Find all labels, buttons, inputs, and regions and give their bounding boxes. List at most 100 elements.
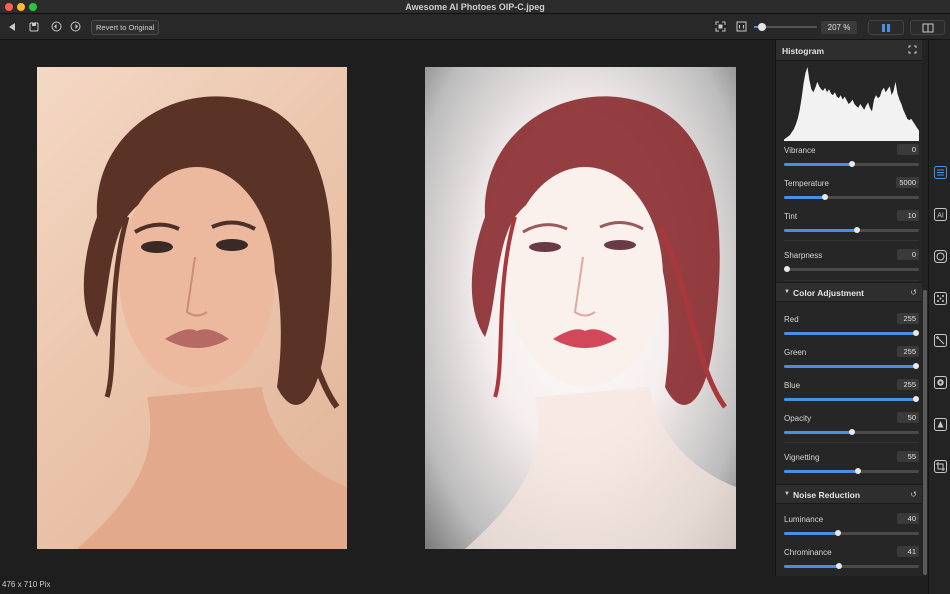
slider-green: Green 255 bbox=[784, 346, 920, 376]
slider-fill bbox=[784, 365, 917, 368]
slider-thumb[interactable] bbox=[835, 530, 841, 536]
slider-track[interactable] bbox=[784, 330, 920, 336]
split-view-icon bbox=[922, 23, 933, 32]
slider-fill bbox=[784, 470, 859, 473]
histogram-header: Histogram bbox=[776, 40, 922, 61]
slider-thumb[interactable] bbox=[848, 429, 855, 435]
divider bbox=[784, 442, 919, 443]
slider-label: Red bbox=[784, 315, 799, 324]
compare-view-button[interactable] bbox=[910, 20, 945, 35]
slider-thumb[interactable] bbox=[913, 330, 920, 336]
undo-icon[interactable] bbox=[50, 20, 63, 33]
histogram-graph bbox=[784, 63, 919, 141]
actual-size-icon[interactable] bbox=[735, 20, 748, 33]
effects-icon[interactable] bbox=[932, 416, 948, 432]
slider-luminance: Luminance 40 bbox=[784, 513, 919, 543]
slider-value-field[interactable]: 5000 bbox=[896, 177, 919, 188]
slider-thumb[interactable] bbox=[913, 396, 920, 402]
slider-fill bbox=[784, 431, 852, 434]
magic-wand-icon[interactable] bbox=[932, 332, 948, 348]
slider-track[interactable] bbox=[784, 363, 920, 369]
tool-rail: AI bbox=[928, 40, 950, 594]
slider-fill bbox=[784, 332, 917, 335]
scrollbar-thumb[interactable] bbox=[923, 290, 927, 575]
slider-value-field[interactable]: 10 bbox=[897, 210, 919, 221]
slider-vignetting: Vignetting 55 bbox=[784, 451, 919, 481]
expand-icon[interactable] bbox=[908, 45, 917, 56]
slider-label: Vignetting bbox=[784, 453, 820, 462]
slider-fill bbox=[784, 565, 840, 568]
slider-value-field[interactable]: 55 bbox=[897, 451, 919, 462]
back-arrow-icon[interactable] bbox=[5, 20, 18, 33]
slider-label: Opacity bbox=[784, 414, 812, 423]
redo-icon[interactable] bbox=[69, 20, 82, 33]
original-photo bbox=[37, 67, 347, 549]
single-view-button[interactable] bbox=[868, 20, 904, 35]
slider-red: Red 255 bbox=[784, 313, 920, 343]
slider-value-field[interactable]: 40 bbox=[897, 513, 919, 524]
slider-fill bbox=[784, 398, 917, 401]
zoom-slider[interactable] bbox=[754, 23, 817, 31]
slider-fill bbox=[784, 196, 825, 199]
fit-screen-icon[interactable] bbox=[714, 20, 727, 33]
window-title: Awesome AI Photoes OIP-C.jpeg bbox=[405, 2, 545, 12]
slider-label: Luminance bbox=[784, 515, 824, 524]
image-canvas[interactable] bbox=[0, 40, 773, 576]
slider-thumb[interactable] bbox=[855, 468, 862, 474]
slider-vibrance: Vibrance 0 bbox=[784, 144, 919, 174]
slider-track[interactable] bbox=[784, 530, 919, 536]
slider-track[interactable] bbox=[784, 396, 920, 402]
slider-thumb[interactable] bbox=[853, 227, 860, 233]
slider-value-field[interactable]: 0 bbox=[897, 249, 919, 260]
slider-track[interactable] bbox=[784, 194, 919, 200]
slider-track[interactable] bbox=[784, 429, 919, 435]
zoom-slider-thumb[interactable] bbox=[757, 23, 766, 31]
slider-thumb[interactable] bbox=[848, 161, 855, 167]
texture-icon[interactable] bbox=[932, 290, 948, 306]
reset-icon[interactable]: ↺ bbox=[910, 288, 917, 297]
slider-value-field[interactable]: 50 bbox=[897, 412, 919, 423]
slider-thumb[interactable] bbox=[783, 266, 790, 272]
slider-value-field[interactable]: 0 bbox=[897, 144, 919, 155]
slider-thumb[interactable] bbox=[836, 563, 843, 569]
color-adjustment-header[interactable]: ▼ Color Adjustment ↺ bbox=[776, 282, 922, 302]
slider-opacity: Opacity 50 bbox=[784, 412, 919, 442]
slider-label: Vibrance bbox=[784, 146, 816, 155]
title-bar: Awesome AI Photoes OIP-C.jpeg bbox=[0, 0, 950, 14]
adjustments-icon[interactable] bbox=[932, 164, 948, 180]
color-adjustment-title: Color Adjustment bbox=[793, 288, 864, 298]
slider-value-field[interactable]: 41 bbox=[897, 546, 919, 557]
slider-value-field[interactable]: 255 bbox=[897, 346, 919, 357]
noise-reduction-header[interactable]: ▼ Noise Reduction ↺ bbox=[776, 484, 922, 504]
slider-track[interactable] bbox=[784, 161, 919, 167]
crop-icon[interactable] bbox=[932, 458, 948, 474]
filter-icon[interactable] bbox=[932, 248, 948, 264]
slider-track[interactable] bbox=[784, 227, 919, 233]
slider-fill bbox=[784, 229, 857, 232]
settings-icon[interactable] bbox=[932, 374, 948, 390]
slider-fill bbox=[784, 532, 838, 535]
ai-icon[interactable]: AI bbox=[932, 206, 948, 222]
slider-chrominance: Chrominance 41 bbox=[784, 546, 919, 576]
reset-icon[interactable]: ↺ bbox=[910, 490, 917, 499]
slider-label: Blue bbox=[784, 381, 801, 390]
slider-label: Tint bbox=[784, 212, 798, 221]
histogram-title: Histogram bbox=[782, 46, 825, 56]
slider-label: Temperature bbox=[784, 179, 829, 188]
slider-track[interactable] bbox=[784, 563, 919, 569]
noise-reduction-title: Noise Reduction bbox=[793, 490, 861, 500]
divider bbox=[784, 280, 919, 281]
toolbar: Revert to Original 207 % bbox=[0, 14, 950, 40]
slider-value-field[interactable]: 255 bbox=[897, 379, 919, 390]
slider-track[interactable] bbox=[783, 266, 919, 272]
slider-value-field[interactable]: 255 bbox=[897, 313, 919, 324]
slider-thumb[interactable] bbox=[913, 363, 920, 369]
status-bar: 476 x 710 Pix bbox=[0, 576, 773, 594]
revert-to-original-button[interactable]: Revert to Original bbox=[91, 20, 160, 35]
pause-bars-icon bbox=[882, 23, 890, 32]
zoom-value[interactable]: 207 % bbox=[821, 21, 857, 34]
slider-track[interactable] bbox=[784, 468, 919, 474]
slider-temperature: Temperature 5000 bbox=[784, 177, 919, 207]
slider-thumb[interactable] bbox=[821, 194, 828, 200]
save-icon[interactable] bbox=[27, 20, 40, 33]
